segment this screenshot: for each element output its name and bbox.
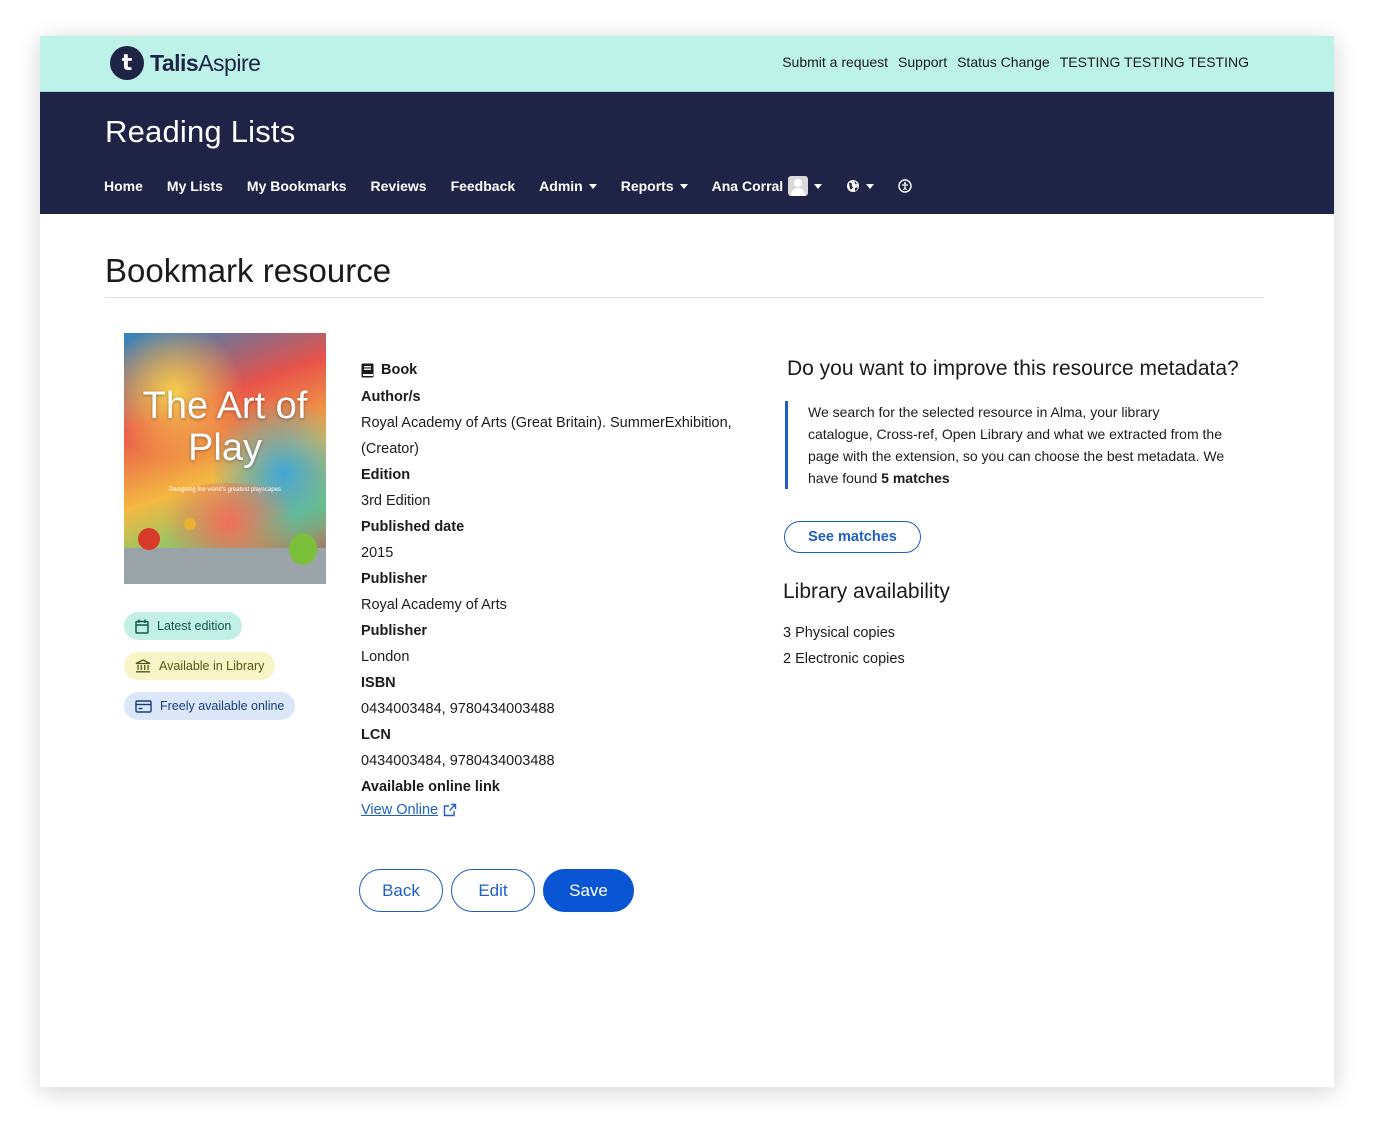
view-online-link[interactable]: View Online bbox=[361, 802, 457, 818]
resource-type-label: Book bbox=[381, 362, 418, 378]
resource-details: Book Author/s Royal Academy of Arts (Gre… bbox=[361, 358, 761, 818]
field-value: London bbox=[361, 649, 410, 665]
talis-aspire-logo[interactable]: t TalisAspire bbox=[110, 45, 261, 81]
nav-user-dropdown[interactable]: Ana Corral bbox=[712, 176, 823, 196]
physical-copies: 3 Physical copies bbox=[783, 625, 896, 641]
improve-metadata-heading: Do you want to improve this resource met… bbox=[787, 357, 1239, 380]
field-value: Royal Academy of Arts bbox=[361, 597, 507, 613]
caret-down-icon bbox=[814, 183, 823, 189]
cover-subtitle: Designing the world's greatest playscape… bbox=[169, 487, 281, 493]
app-title: Reading Lists bbox=[105, 114, 296, 149]
accessibility-button[interactable] bbox=[898, 179, 912, 193]
book-cover-image: The Art of Play Designing the world's gr… bbox=[124, 333, 326, 584]
cover-title: The Art of Play bbox=[142, 385, 308, 469]
user-name: Ana Corral bbox=[711, 178, 784, 194]
improve-description: We search for the selected resource in A… bbox=[808, 404, 1225, 486]
external-link-icon bbox=[443, 803, 457, 817]
calendar-icon bbox=[135, 619, 149, 634]
field-value: 2015 bbox=[361, 545, 394, 561]
freely-available-online-label: Freely available online bbox=[160, 699, 285, 713]
nav-reports-label: Reports bbox=[620, 178, 674, 194]
app-window: t TalisAspire Submit a request Support S… bbox=[40, 36, 1334, 1087]
utility-links: Submit a request Support Status Change T… bbox=[782, 54, 1249, 70]
logo-mark-icon: t bbox=[110, 46, 144, 80]
field-value: 3rd Edition bbox=[361, 493, 431, 509]
caret-down-icon bbox=[866, 183, 875, 189]
back-button[interactable]: Back bbox=[359, 869, 443, 912]
nav-admin-label: Admin bbox=[539, 178, 583, 194]
utility-bar: t TalisAspire Submit a request Support S… bbox=[40, 36, 1334, 92]
available-in-library-label: Available in Library bbox=[159, 659, 265, 673]
availability-list: 3 Physical copies 2 Electronic copies bbox=[783, 620, 905, 672]
card-icon bbox=[135, 699, 152, 713]
view-online-label: View Online bbox=[361, 802, 439, 818]
save-button[interactable]: Save bbox=[543, 869, 634, 912]
nav-reports-dropdown[interactable]: Reports bbox=[621, 178, 688, 194]
see-matches-button[interactable]: See matches bbox=[784, 521, 921, 553]
latest-edition-badge: Latest edition bbox=[124, 612, 243, 640]
nav-home[interactable]: Home bbox=[104, 178, 143, 194]
main-header: Reading Lists Home My Lists My Bookmarks… bbox=[40, 92, 1334, 214]
caret-down-icon bbox=[679, 183, 688, 189]
avatar bbox=[788, 176, 809, 196]
support-link[interactable]: Support bbox=[898, 54, 947, 70]
field-label: Published date bbox=[361, 519, 465, 535]
main-nav: Home My Lists My Bookmarks Reviews Feedb… bbox=[104, 176, 936, 196]
improve-metadata-text: We search for the selected resource in A… bbox=[785, 401, 1225, 489]
field-label: Available online link bbox=[361, 779, 500, 795]
submit-request-link[interactable]: Submit a request bbox=[782, 54, 888, 70]
accessibility-icon bbox=[898, 179, 912, 193]
status-change-link[interactable]: Status Change bbox=[957, 54, 1050, 70]
available-in-library-badge: Available in Library bbox=[124, 652, 276, 680]
library-building-icon bbox=[135, 659, 151, 673]
divider bbox=[105, 297, 1264, 298]
field-label: Publisher bbox=[361, 623, 428, 639]
caret-down-icon bbox=[588, 183, 597, 189]
globe-icon bbox=[847, 180, 860, 192]
book-icon bbox=[361, 363, 374, 377]
field-label: Edition bbox=[361, 467, 411, 483]
electronic-copies: 2 Electronic copies bbox=[783, 651, 905, 667]
testing-link[interactable]: TESTING TESTING TESTING bbox=[1060, 54, 1249, 70]
nav-my-lists[interactable]: My Lists bbox=[167, 178, 223, 194]
logo-text: TalisAspire bbox=[150, 49, 261, 76]
action-buttons: Back Edit Save bbox=[359, 869, 634, 912]
library-availability-heading: Library availability bbox=[783, 580, 950, 603]
field-label: Publisher bbox=[361, 571, 428, 587]
field-label: ISBN bbox=[361, 675, 396, 691]
nav-my-bookmarks[interactable]: My Bookmarks bbox=[247, 178, 347, 194]
nav-reviews[interactable]: Reviews bbox=[371, 178, 427, 194]
nav-language-dropdown[interactable] bbox=[846, 179, 875, 193]
nav-admin-dropdown[interactable]: Admin bbox=[539, 178, 597, 194]
matches-count: 5 matches bbox=[881, 470, 950, 486]
latest-edition-label: Latest edition bbox=[157, 619, 232, 633]
field-value: 0434003484, 9780434003488 bbox=[361, 753, 555, 769]
nav-feedback[interactable]: Feedback bbox=[451, 178, 516, 194]
freely-available-online-badge: Freely available online bbox=[124, 692, 296, 720]
page-title: Bookmark resource bbox=[105, 252, 392, 289]
field-label: LCN bbox=[361, 727, 391, 743]
edit-button[interactable]: Edit bbox=[451, 869, 535, 912]
field-value: Royal Academy of Arts (Great Britain). S… bbox=[361, 415, 732, 457]
field-label: Author/s bbox=[361, 389, 421, 405]
field-value: 0434003484, 9780434003488 bbox=[361, 701, 555, 717]
resource-type: Book bbox=[361, 358, 761, 382]
